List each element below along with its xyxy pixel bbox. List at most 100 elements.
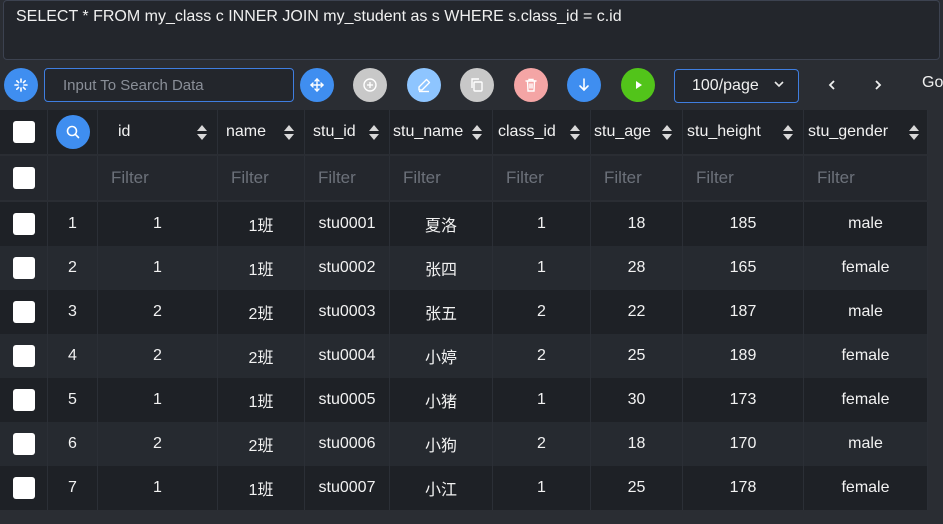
- cell-class-id[interactable]: 1: [493, 378, 591, 422]
- cell-stu-age[interactable]: 25: [591, 466, 683, 510]
- column-header-stu-age[interactable]: stu_age: [591, 110, 683, 154]
- cell-stu-name[interactable]: 小猪: [390, 378, 493, 422]
- cell-stu-gender[interactable]: female: [804, 246, 928, 290]
- cell-class-id[interactable]: 1: [493, 246, 591, 290]
- column-search-button[interactable]: [55, 115, 90, 149]
- cell-stu-height[interactable]: 170: [683, 422, 804, 466]
- filter-input-id[interactable]: [106, 168, 217, 188]
- cell-class-id[interactable]: 2: [493, 334, 591, 378]
- select-all-checkbox[interactable]: [12, 121, 35, 143]
- column-header-stu-height[interactable]: stu_height: [683, 110, 804, 154]
- row-checkbox[interactable]: [12, 345, 35, 367]
- filter-input-stu-id[interactable]: [313, 168, 389, 188]
- cell-name[interactable]: 2班: [218, 422, 305, 466]
- cell-stu-id[interactable]: stu0001: [305, 202, 390, 246]
- cell-class-id[interactable]: 1: [493, 466, 591, 510]
- table-row[interactable]: 2 1 1班 stu0002 张四 1 28 165 female: [0, 246, 928, 290]
- cell-stu-id[interactable]: stu0005: [305, 378, 390, 422]
- refresh-button[interactable]: [4, 68, 38, 102]
- cell-stu-gender[interactable]: male: [804, 422, 928, 466]
- column-header-stu-gender[interactable]: stu_gender: [804, 110, 928, 154]
- move-button[interactable]: [300, 68, 334, 102]
- sort-icon[interactable]: [662, 124, 672, 140]
- cell-id[interactable]: 1: [98, 466, 218, 510]
- go-label[interactable]: Go: [922, 74, 943, 92]
- column-header-stu-name[interactable]: stu_name: [390, 110, 493, 154]
- cell-stu-age[interactable]: 18: [591, 202, 683, 246]
- filter-input-stu-age[interactable]: [599, 168, 682, 188]
- cell-stu-id[interactable]: stu0004: [305, 334, 390, 378]
- cell-stu-name[interactable]: 张五: [390, 290, 493, 334]
- cell-class-id[interactable]: 2: [493, 290, 591, 334]
- cell-stu-age[interactable]: 25: [591, 334, 683, 378]
- cell-stu-age[interactable]: 28: [591, 246, 683, 290]
- row-checkbox[interactable]: [12, 477, 35, 499]
- cell-stu-height[interactable]: 165: [683, 246, 804, 290]
- filter-input-stu-name[interactable]: [398, 168, 492, 188]
- table-row[interactable]: 3 2 2班 stu0003 张五 2 22 187 male: [0, 290, 928, 334]
- table-row[interactable]: 5 1 1班 stu0005 小猪 1 30 173 female: [0, 378, 928, 422]
- cell-id[interactable]: 1: [98, 378, 218, 422]
- sort-icon[interactable]: [472, 124, 482, 140]
- table-row[interactable]: 4 2 2班 stu0004 小婷 2 25 189 female: [0, 334, 928, 378]
- cell-stu-id[interactable]: stu0003: [305, 290, 390, 334]
- cell-id[interactable]: 1: [98, 202, 218, 246]
- sort-icon[interactable]: [369, 124, 379, 140]
- cell-stu-id[interactable]: stu0006: [305, 422, 390, 466]
- sort-icon[interactable]: [197, 124, 207, 140]
- cell-stu-gender[interactable]: female: [804, 378, 928, 422]
- cell-stu-height[interactable]: 187: [683, 290, 804, 334]
- sort-icon[interactable]: [570, 124, 580, 140]
- table-row[interactable]: 7 1 1班 stu0007 小江 1 25 178 female: [0, 466, 928, 510]
- row-checkbox[interactable]: [12, 213, 35, 235]
- column-header-stu-id[interactable]: stu_id: [305, 110, 390, 154]
- cell-id[interactable]: 2: [98, 290, 218, 334]
- cell-stu-height[interactable]: 173: [683, 378, 804, 422]
- filter-input-name[interactable]: [226, 168, 304, 188]
- filter-row-checkbox[interactable]: [12, 167, 35, 189]
- copy-button[interactable]: [460, 68, 494, 102]
- row-checkbox[interactable]: [12, 301, 35, 323]
- cell-stu-name[interactable]: 小江: [390, 466, 493, 510]
- next-page-button[interactable]: [866, 70, 890, 100]
- search-input[interactable]: [44, 68, 294, 102]
- cell-id[interactable]: 2: [98, 334, 218, 378]
- prev-page-button[interactable]: [820, 70, 844, 100]
- table-row[interactable]: 1 1 1班 stu0001 夏洛 1 18 185 male: [0, 202, 928, 246]
- filter-input-stu-gender[interactable]: [812, 168, 927, 188]
- column-header-id[interactable]: id: [98, 110, 218, 154]
- cell-stu-age[interactable]: 22: [591, 290, 683, 334]
- cell-stu-gender[interactable]: female: [804, 466, 928, 510]
- column-header-name[interactable]: name: [218, 110, 305, 154]
- cell-stu-gender[interactable]: male: [804, 202, 928, 246]
- table-row[interactable]: 6 2 2班 stu0006 小狗 2 18 170 male: [0, 422, 928, 466]
- cell-name[interactable]: 1班: [218, 202, 305, 246]
- cell-name[interactable]: 1班: [218, 246, 305, 290]
- cell-stu-height[interactable]: 178: [683, 466, 804, 510]
- cell-stu-height[interactable]: 189: [683, 334, 804, 378]
- sort-icon[interactable]: [284, 124, 294, 140]
- page-size-select[interactable]: 100/page: [674, 69, 799, 103]
- row-checkbox[interactable]: [12, 433, 35, 455]
- cell-stu-name[interactable]: 小狗: [390, 422, 493, 466]
- cell-stu-gender[interactable]: male: [804, 290, 928, 334]
- column-header-class-id[interactable]: class_id: [493, 110, 591, 154]
- cell-stu-gender[interactable]: female: [804, 334, 928, 378]
- cell-name[interactable]: 1班: [218, 466, 305, 510]
- edit-button[interactable]: [407, 68, 441, 102]
- cell-stu-id[interactable]: stu0007: [305, 466, 390, 510]
- cell-stu-name[interactable]: 小婷: [390, 334, 493, 378]
- cell-name[interactable]: 2班: [218, 334, 305, 378]
- filter-input-stu-height[interactable]: [691, 168, 803, 188]
- row-checkbox[interactable]: [12, 389, 35, 411]
- sort-icon[interactable]: [909, 124, 919, 140]
- sort-icon[interactable]: [783, 124, 793, 140]
- cell-stu-age[interactable]: 30: [591, 378, 683, 422]
- delete-button[interactable]: [514, 68, 548, 102]
- download-button[interactable]: [567, 68, 601, 102]
- cell-id[interactable]: 2: [98, 422, 218, 466]
- cell-class-id[interactable]: 2: [493, 422, 591, 466]
- cell-class-id[interactable]: 1: [493, 202, 591, 246]
- cell-name[interactable]: 1班: [218, 378, 305, 422]
- cell-id[interactable]: 1: [98, 246, 218, 290]
